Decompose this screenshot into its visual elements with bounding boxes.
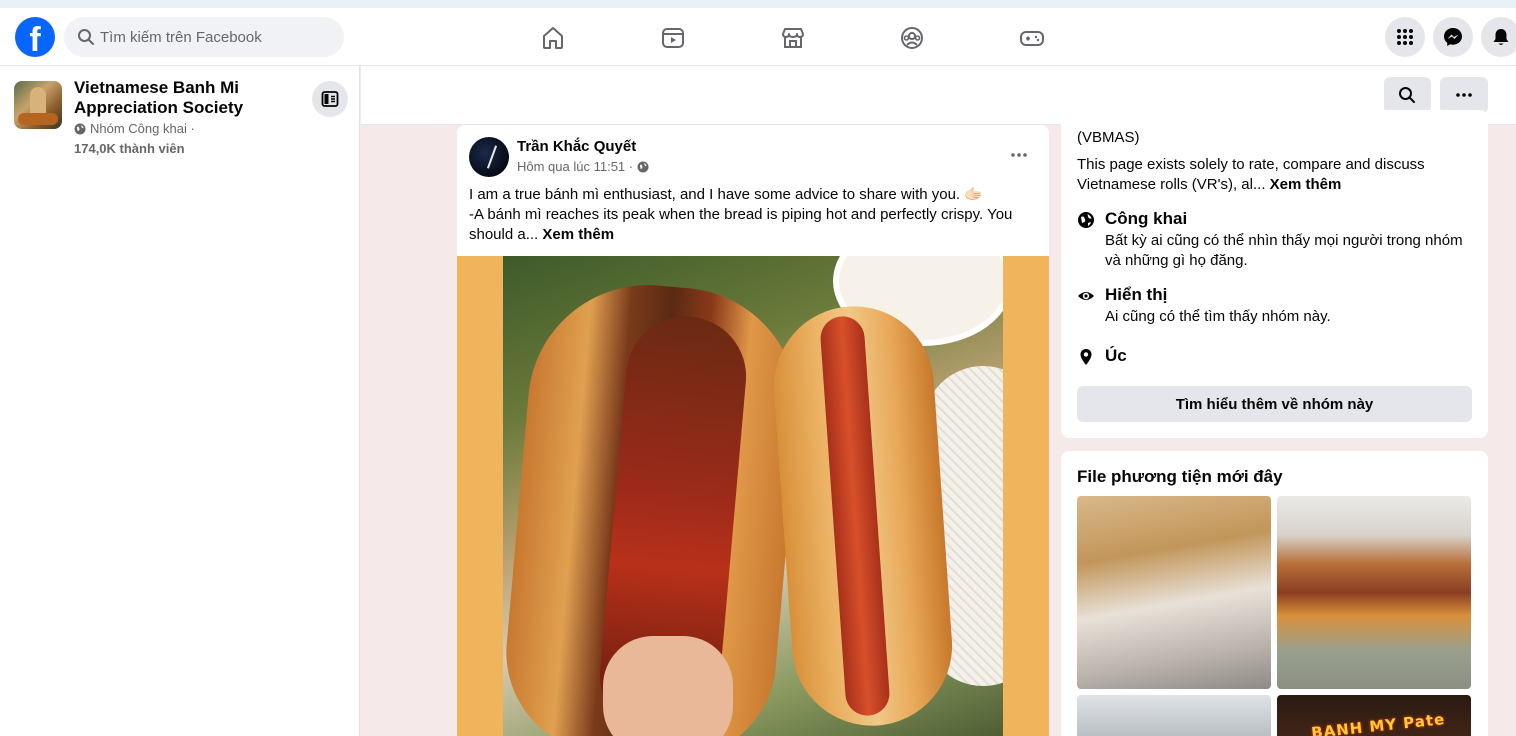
see-more-link[interactable]: Xem thêm bbox=[542, 226, 614, 243]
media-thumbnail[interactable]: BANH MY Pate bbox=[1277, 695, 1471, 736]
recent-media-card: File phương tiện mới đây BANH MY Pate bbox=[1061, 451, 1488, 736]
search-box[interactable] bbox=[64, 17, 344, 57]
group-description-text: This page exists solely to rate, compare… bbox=[1077, 156, 1425, 193]
location-title: Úc bbox=[1105, 346, 1127, 365]
post-photo-frame[interactable] bbox=[457, 256, 1049, 736]
group-avatar[interactable] bbox=[14, 81, 62, 129]
post-body: I am a true bánh mì enthusiast, and I ha… bbox=[469, 185, 1039, 245]
post-author-name[interactable]: Trần Khắc Quyết bbox=[517, 138, 636, 155]
post-options-button[interactable] bbox=[1001, 139, 1037, 171]
avatar-food bbox=[18, 113, 58, 125]
media-thumbnail[interactable] bbox=[1277, 496, 1471, 689]
privacy-title: Công khai bbox=[1105, 209, 1188, 228]
messenger-button[interactable] bbox=[1433, 17, 1473, 57]
group-sidebar: Vietnamese Banh Mi Appreciation Society … bbox=[0, 66, 360, 736]
facebook-logo[interactable]: f bbox=[15, 17, 55, 57]
author-avatar[interactable] bbox=[469, 137, 509, 177]
video-icon bbox=[662, 28, 684, 48]
globe-icon bbox=[74, 123, 86, 134]
search-icon bbox=[1399, 87, 1415, 103]
post-text-line-1: I am a true bánh mì enthusiast, and I ha… bbox=[469, 186, 983, 203]
avatar-detail bbox=[486, 145, 498, 169]
menu-grid-icon bbox=[1397, 29, 1413, 45]
more-options-icon bbox=[1011, 153, 1027, 157]
location-info: Úc bbox=[1077, 346, 1477, 368]
sidebar-toggle-icon bbox=[321, 91, 339, 107]
visibility-title: Hiển thị bbox=[1105, 285, 1168, 304]
search-icon bbox=[78, 29, 94, 45]
top-navigation-bar: f bbox=[0, 0, 1516, 66]
learn-more-button[interactable]: Tìm hiểu thêm về nhóm này bbox=[1077, 386, 1472, 422]
collapse-sidebar-button[interactable] bbox=[312, 81, 348, 117]
post-time-text[interactable]: Hôm qua lúc 11:51 · bbox=[517, 159, 633, 174]
marketplace-icon bbox=[782, 28, 804, 48]
media-thumbnail[interactable] bbox=[1077, 695, 1271, 736]
nav-gaming[interactable] bbox=[981, 16, 1081, 58]
group-description: This page exists solely to rate, compare… bbox=[1077, 155, 1472, 195]
visibility-description: Ai cũng có thể tìm thấy nhóm này. bbox=[1105, 308, 1331, 325]
group-privacy: Nhóm Công khai · bbox=[74, 121, 195, 136]
about-group-card: (VBMAS) This page exists solely to rate,… bbox=[1061, 110, 1488, 438]
eye-icon bbox=[1078, 292, 1094, 300]
visibility-info: Hiển thị Ai cũng có thể tìm thấy nhóm nà… bbox=[1077, 285, 1477, 329]
group-abbreviation: (VBMAS) bbox=[1077, 129, 1140, 146]
nav-video[interactable] bbox=[622, 16, 722, 58]
post-text-line-2: -A bánh mì reaches its peak when the bre… bbox=[469, 205, 1039, 245]
nav-groups[interactable] bbox=[861, 16, 961, 58]
photo-hand bbox=[603, 636, 733, 736]
groups-icon bbox=[901, 27, 923, 49]
nav-home[interactable] bbox=[502, 16, 602, 58]
globe-icon bbox=[637, 161, 649, 172]
privacy-info: Công khai Bất kỳ ai cũng có thể nhìn thấ… bbox=[1077, 209, 1477, 273]
group-name[interactable]: Vietnamese Banh Mi Appreciation Society bbox=[74, 78, 304, 118]
group-member-count[interactable]: 174,0K thành viên bbox=[74, 141, 185, 156]
search-input[interactable] bbox=[100, 17, 330, 57]
banh-mi-photo[interactable] bbox=[503, 256, 1003, 736]
media-thumbnail[interactable] bbox=[1077, 496, 1271, 689]
menu-button[interactable] bbox=[1385, 17, 1425, 57]
notifications-button[interactable] bbox=[1481, 17, 1516, 57]
globe-icon bbox=[1078, 212, 1094, 228]
privacy-description: Bất kỳ ai cũng có thể nhìn thấy mọi ngườ… bbox=[1105, 232, 1463, 269]
messenger-icon bbox=[1444, 28, 1462, 46]
description-see-more-link[interactable]: Xem thêm bbox=[1270, 176, 1342, 193]
notifications-icon bbox=[1493, 29, 1509, 45]
feed-post: Trần Khắc Quyết Hôm qua lúc 11:51 · I am… bbox=[457, 125, 1049, 736]
neon-sign-text: BANH MY Pate bbox=[1310, 710, 1447, 736]
nav-marketplace[interactable] bbox=[742, 16, 842, 58]
recent-media-title: File phương tiện mới đây bbox=[1077, 467, 1283, 486]
group-more-button[interactable] bbox=[1440, 77, 1488, 113]
gaming-icon bbox=[1020, 31, 1044, 46]
location-pin-icon bbox=[1080, 349, 1092, 365]
home-icon bbox=[543, 27, 563, 49]
group-search-button[interactable] bbox=[1384, 77, 1431, 113]
post-timestamp: Hôm qua lúc 11:51 · bbox=[517, 159, 649, 174]
more-options-icon bbox=[1456, 93, 1472, 97]
group-privacy-text: Nhóm Công khai · bbox=[90, 121, 195, 136]
